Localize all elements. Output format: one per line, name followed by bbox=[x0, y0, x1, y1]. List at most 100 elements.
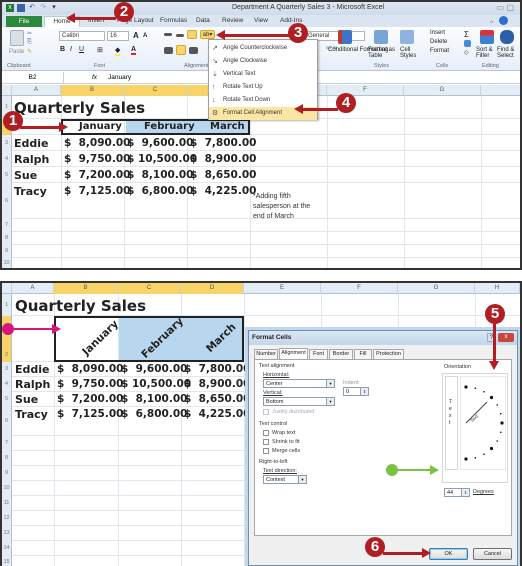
row-header[interactable]: 6 bbox=[2, 183, 12, 219]
dialog-close-button[interactable]: x bbox=[498, 333, 514, 342]
sales-value[interactable]: $ 10,500.00 bbox=[121, 378, 191, 390]
menu-item-vertical-text[interactable]: ⇣ Vertical Text bbox=[209, 68, 317, 81]
column-header-a[interactable]: A bbox=[12, 85, 61, 96]
column-header-b[interactable]: B bbox=[61, 85, 124, 96]
header-january[interactable]: January bbox=[79, 121, 122, 132]
sort-filter-icon[interactable] bbox=[480, 30, 494, 44]
sales-value[interactable]: $ 8,900.00 bbox=[184, 378, 250, 390]
dial-tick[interactable] bbox=[496, 404, 498, 406]
horizontal-select[interactable]: Center ▼ bbox=[263, 379, 335, 388]
align-right-icon[interactable] bbox=[189, 47, 198, 54]
chevron-down-icon[interactable]: ▼ bbox=[298, 476, 306, 483]
tab-protection[interactable]: Protection bbox=[373, 349, 404, 359]
sales-value[interactable]: $ 7,125.00 bbox=[57, 408, 123, 420]
salesperson-name[interactable]: Ralph bbox=[15, 378, 50, 391]
orientation-dial[interactable]: Text bbox=[460, 376, 506, 470]
note-cell[interactable]: *Adding fifth salesperson at the end of … bbox=[253, 192, 310, 222]
fx-icon[interactable]: fx bbox=[92, 72, 97, 83]
row-header[interactable]: 1 bbox=[2, 294, 12, 316]
dial-tick[interactable] bbox=[483, 453, 485, 455]
borders-icon[interactable]: ⊞ bbox=[97, 46, 103, 54]
font-name-box[interactable]: Calibri bbox=[59, 31, 105, 41]
tab-view[interactable]: View bbox=[254, 17, 268, 24]
autosum-icon[interactable]: Σ bbox=[464, 30, 469, 39]
sales-value[interactable]: $ 4,225.00 bbox=[190, 185, 256, 197]
column-header-f[interactable]: F bbox=[321, 283, 398, 294]
sales-value[interactable]: $ 9,750.00 bbox=[57, 378, 123, 390]
menu-item-rotate-text-up[interactable]: ↑ Rotate Text Up bbox=[209, 81, 317, 94]
sales-value[interactable]: $ 9,600.00 bbox=[127, 137, 193, 149]
sales-value[interactable]: $ 8,090.00 bbox=[64, 137, 130, 149]
dial-tick[interactable] bbox=[464, 457, 468, 461]
menu-item-angle-counterclockwise[interactable]: ↗ Angle Counterclockwise bbox=[209, 42, 317, 55]
row-header[interactable]: 8 bbox=[2, 451, 12, 466]
column-header-g[interactable]: G bbox=[404, 85, 481, 96]
bold-icon[interactable]: B bbox=[60, 46, 65, 53]
salesperson-name[interactable]: Ralph bbox=[14, 153, 49, 166]
column-header-c[interactable]: C bbox=[124, 85, 187, 96]
sales-value[interactable]: $ 8,090.00 bbox=[57, 363, 123, 375]
sales-value[interactable]: $ 6,800.00 bbox=[121, 408, 187, 420]
help-icon[interactable] bbox=[499, 16, 508, 25]
sales-value[interactable]: $ 8,900.00 bbox=[190, 153, 256, 165]
row-header[interactable]: 7 bbox=[2, 436, 12, 451]
sales-value[interactable]: $ 7,800.00 bbox=[190, 137, 256, 149]
insert-cells-button[interactable]: Insert bbox=[430, 30, 445, 36]
shrink-to-fit-checkbox[interactable] bbox=[263, 439, 269, 445]
formula-input[interactable]: January bbox=[108, 72, 131, 83]
row-header[interactable]: 9 bbox=[2, 245, 12, 258]
middle-align-icon[interactable] bbox=[176, 34, 184, 37]
cancel-button[interactable]: Cancel bbox=[473, 548, 512, 560]
header-january-rotated[interactable]: January bbox=[80, 318, 121, 358]
find-select-icon[interactable] bbox=[500, 30, 514, 44]
paste-label[interactable]: Paste bbox=[9, 49, 24, 55]
column-header-c[interactable]: C bbox=[118, 283, 181, 294]
format-painter-icon[interactable]: ✎ bbox=[27, 48, 32, 55]
orientation-button[interactable]: ab▾ bbox=[200, 30, 215, 39]
sales-value[interactable]: $ 6,800.00 bbox=[127, 185, 193, 197]
sales-value[interactable]: $ 7,125.00 bbox=[64, 185, 130, 197]
format-as-table-icon[interactable] bbox=[374, 30, 388, 44]
cell-styles-label[interactable]: Cell Styles bbox=[400, 47, 420, 59]
salesperson-name[interactable]: Eddie bbox=[15, 363, 50, 376]
dial-tick[interactable] bbox=[474, 457, 477, 459]
merge-cells-checkbox[interactable] bbox=[263, 448, 269, 454]
fill-icon[interactable] bbox=[464, 40, 471, 47]
dial-tick[interactable] bbox=[500, 412, 502, 415]
row-header[interactable]: 14 bbox=[2, 541, 12, 556]
row-header[interactable]: 13 bbox=[2, 526, 12, 541]
redo-icon[interactable]: ↷ bbox=[39, 4, 47, 12]
italic-icon[interactable]: I bbox=[70, 46, 72, 53]
tab-file[interactable]: File bbox=[6, 16, 42, 27]
header-march[interactable]: March bbox=[210, 121, 245, 132]
salesperson-name[interactable]: Sue bbox=[15, 393, 38, 406]
row-header[interactable]: 10 bbox=[2, 481, 12, 496]
cut-icon[interactable]: ✂ bbox=[27, 30, 32, 37]
save-icon[interactable] bbox=[17, 4, 25, 12]
sales-value[interactable]: $ 10,500.00 bbox=[127, 153, 197, 165]
bottom-align-icon[interactable] bbox=[187, 30, 197, 39]
dial-tick[interactable] bbox=[474, 387, 477, 389]
text-direction-select[interactable]: Context ▼ bbox=[263, 475, 307, 484]
month-header-range[interactable]: January February March bbox=[61, 119, 250, 135]
row-header[interactable]: 5 bbox=[2, 392, 12, 407]
degrees-spinner[interactable]: 44 ⇕ bbox=[444, 488, 470, 497]
sort-filter-label[interactable]: Sort & Filter bbox=[476, 47, 496, 59]
font-color-icon[interactable]: A bbox=[131, 46, 137, 55]
indent-spinner[interactable]: 0 ⇕ bbox=[343, 387, 369, 396]
column-header-a[interactable]: A bbox=[12, 283, 54, 294]
name-box[interactable]: B2 bbox=[2, 72, 64, 83]
underline-icon[interactable]: U bbox=[79, 46, 84, 53]
paste-icon[interactable] bbox=[10, 30, 24, 46]
font-size-box[interactable]: 16 bbox=[107, 31, 129, 41]
dial-tick[interactable] bbox=[489, 395, 494, 400]
find-select-label[interactable]: Find & Select bbox=[497, 47, 519, 59]
column-header-h[interactable]: H bbox=[475, 283, 520, 294]
shrink-font-icon[interactable]: A bbox=[143, 33, 147, 39]
wrap-text-checkbox[interactable] bbox=[263, 430, 269, 436]
delete-cells-button[interactable]: Delete bbox=[430, 39, 447, 45]
column-header-g[interactable]: G bbox=[398, 283, 475, 294]
column-header-e[interactable]: E bbox=[244, 283, 321, 294]
select-all-corner[interactable] bbox=[2, 85, 12, 96]
row-header[interactable]: 12 bbox=[2, 511, 12, 526]
